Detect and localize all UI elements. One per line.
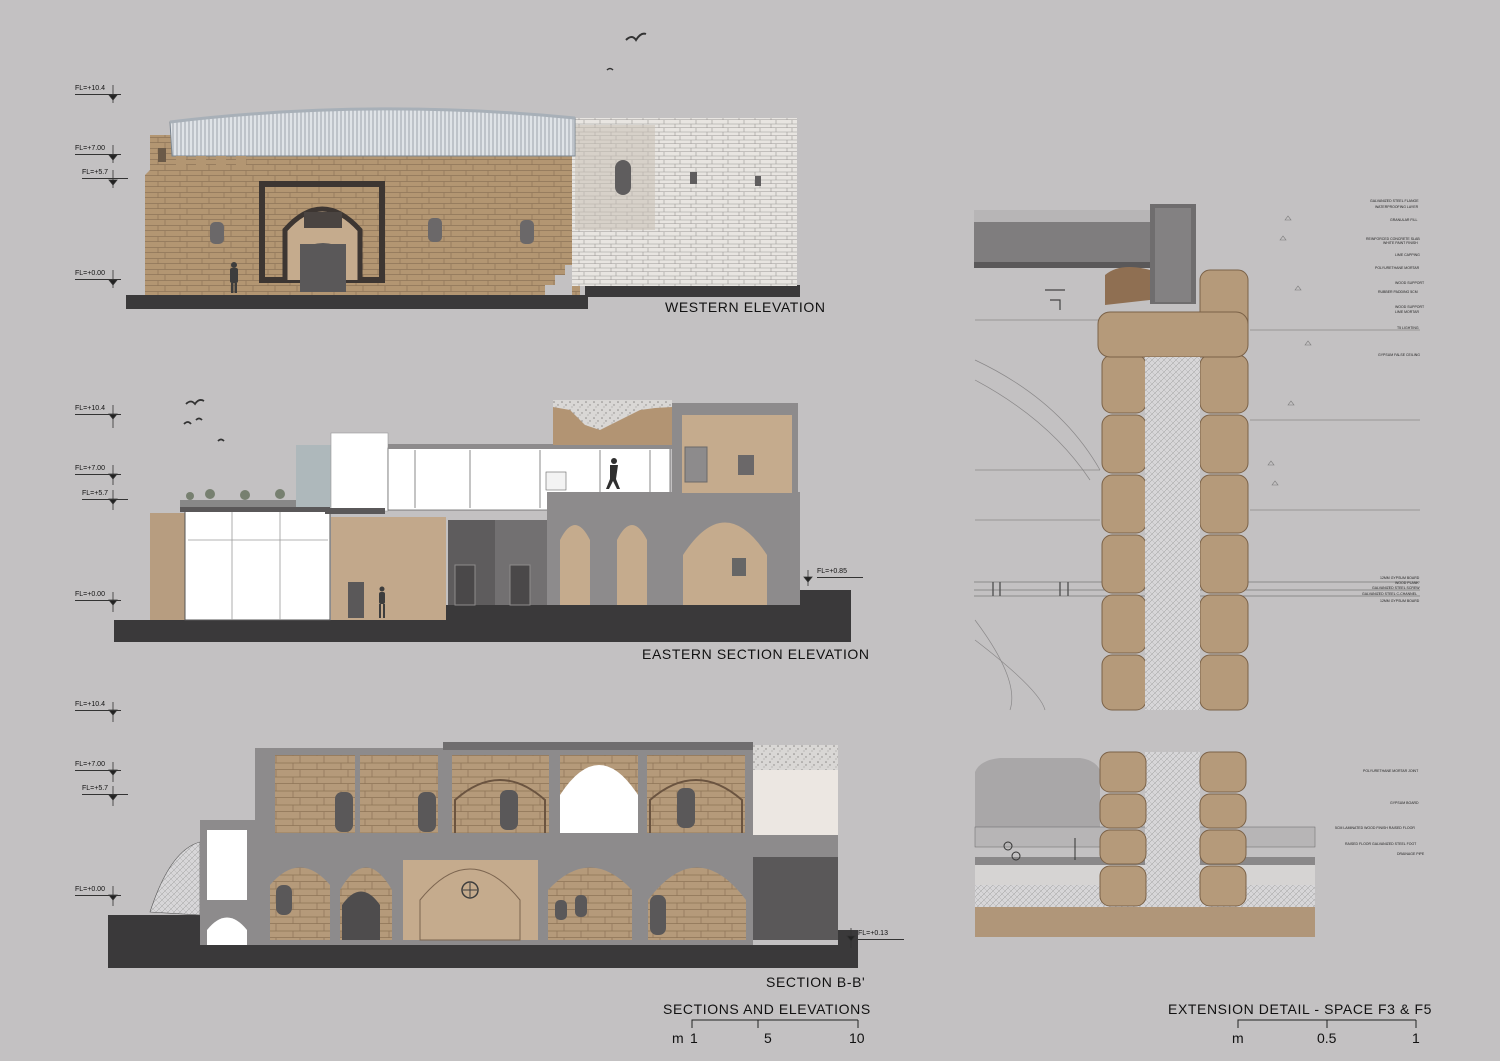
scale-unit: m [1232, 1030, 1244, 1046]
scale-tick: 0.5 [1317, 1030, 1337, 1046]
scale-tick: 5 [764, 1030, 772, 1046]
scale-tick: 1 [690, 1030, 698, 1046]
scale-unit: m [672, 1030, 684, 1046]
scale-bar-left [691, 1019, 1417, 1028]
scale-tick: 10 [849, 1030, 865, 1046]
scale-tick: 1 [1412, 1030, 1420, 1046]
